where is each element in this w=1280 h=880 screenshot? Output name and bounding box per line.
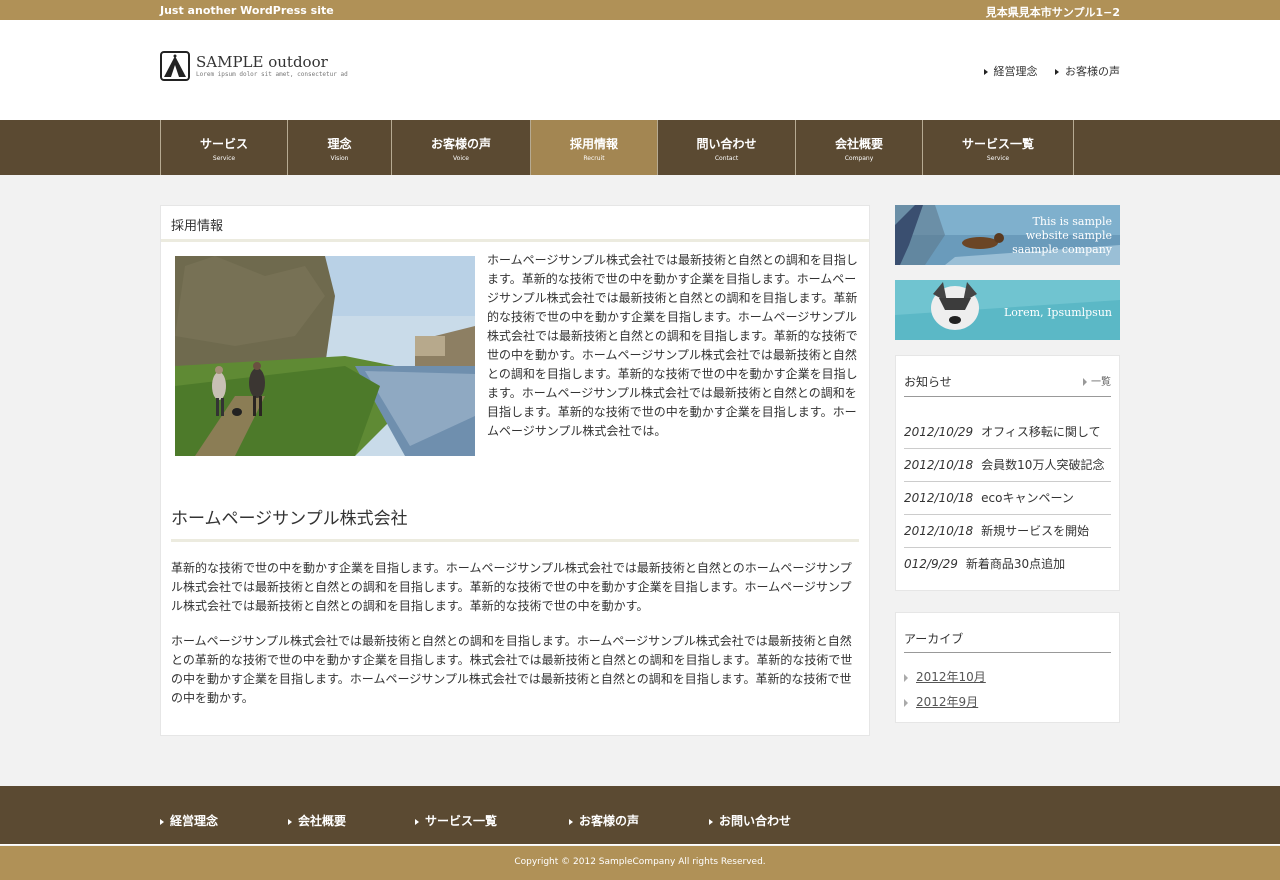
arrow-right-icon xyxy=(1055,69,1059,75)
nav-item-recruit[interactable]: 採用情報 Recruit xyxy=(531,120,658,175)
arrow-right-icon xyxy=(160,818,164,825)
banner2-text: Lorem, Ipsumlpsun xyxy=(1003,306,1112,319)
news-more-link[interactable]: 一覧 xyxy=(1083,373,1111,388)
banner1-text: This is sample website sample saample co… xyxy=(1012,215,1112,256)
header-links: 経営理念 お客様の声 xyxy=(970,63,1120,79)
news-item[interactable]: 2012/10/18 会員数10万人突破記念 xyxy=(904,449,1111,482)
logo-text: SAMPLE outdoor xyxy=(196,53,328,71)
footer-nav: 経営理念 会社概要 サービス一覧 お客様の声 お問い合わせ xyxy=(0,786,1280,845)
site-logo[interactable]: SAMPLE outdoor Lorem ipsum dolor sit ame… xyxy=(160,51,380,81)
footer-link-service-list[interactable]: サービス一覧 xyxy=(415,812,497,829)
arrow-right-icon xyxy=(709,818,713,825)
arrow-right-icon xyxy=(288,818,292,825)
footer-link-contact[interactable]: お問い合わせ xyxy=(709,812,791,829)
archive-title: アーカイブ xyxy=(904,632,964,646)
news-title: お知らせ xyxy=(904,375,952,389)
arrow-right-icon xyxy=(904,698,908,707)
site-header: SAMPLE outdoor Lorem ipsum dolor sit ame… xyxy=(0,20,1280,120)
walk-photo xyxy=(175,256,475,456)
main-content: 採用情報 ホームページサンプル株式会社では最新技術と自然との調和を目指します。革… xyxy=(160,205,870,736)
nav-item-service-list[interactable]: サービス一覧 Service xyxy=(923,120,1074,175)
footer-link-philosophy[interactable]: 経営理念 xyxy=(160,812,218,829)
arrow-right-icon xyxy=(1083,378,1087,386)
archive-link[interactable]: 2012年10月 xyxy=(904,668,986,685)
footer-link-voice[interactable]: お客様の声 xyxy=(569,812,639,829)
body-paragraph: ホームページサンプル株式会社では最新技術と自然との調和を目指します。ホームページ… xyxy=(171,634,853,705)
archive-link[interactable]: 2012年9月 xyxy=(904,693,978,710)
arrow-right-icon xyxy=(569,818,573,825)
arrow-right-icon xyxy=(904,673,908,682)
site-address: 見本県見本市サンプル1−2 xyxy=(985,6,1120,19)
site-tagline: Just another WordPress site xyxy=(160,4,334,17)
header-link-philosophy[interactable]: 経営理念 xyxy=(983,65,1038,78)
nav-item-voice[interactable]: お客様の声 Voice xyxy=(392,120,531,175)
nav-item-service[interactable]: サービス Service xyxy=(161,120,288,175)
section-heading: ホームページサンプル株式会社 xyxy=(171,504,859,542)
banner-dog-swimming[interactable]: Lorem, Ipsumlpsun xyxy=(895,280,1120,340)
news-widget: お知らせ 一覧 2012/10/29 オフィス移転に関して 2012/10/18 会… xyxy=(895,355,1120,591)
copyright: Copyright © 2012 SampleCompany All right… xyxy=(0,846,1280,880)
header-link-voice[interactable]: お客様の声 xyxy=(1055,65,1120,78)
page-title: 採用情報 xyxy=(161,206,869,242)
nav-item-contact[interactable]: 問い合わせ Contact xyxy=(658,120,796,175)
news-item[interactable]: 012/9/29 新着商品30点追加 xyxy=(904,548,1111,581)
nav-item-company[interactable]: 会社概要 Company xyxy=(796,120,923,175)
arrow-right-icon xyxy=(415,818,419,825)
archive-widget: アーカイブ 2012年10月 2012年9月 xyxy=(895,612,1120,723)
tent-icon xyxy=(160,51,190,81)
arrow-right-icon xyxy=(983,69,988,75)
news-item[interactable]: 2012/10/29 オフィス移転に関して xyxy=(904,416,1111,449)
nav-item-vision[interactable]: 理念 Vision xyxy=(288,120,392,175)
news-item[interactable]: 2012/10/18 ecoキャンペーン xyxy=(904,482,1111,515)
news-item[interactable]: 2012/10/18 新規サービスを開始 xyxy=(904,515,1111,548)
top-bar: Just another WordPress site 見本県見本市サンプル1−… xyxy=(0,0,1280,20)
logo-subtext: Lorem ipsum dolor sit amet, consectetur … xyxy=(196,71,348,78)
footer-link-company[interactable]: 会社概要 xyxy=(288,812,346,829)
banner-dog-running[interactable]: This is sample website sample saample co… xyxy=(895,205,1120,265)
global-nav: サービス Service 理念 Vision お客様の声 Voice 採用情報 … xyxy=(0,120,1280,175)
body-paragraph: 革新的な技術で世の中を動かす企業を目指します。ホームページサンプル株式会社では最… xyxy=(171,561,852,613)
intro-text: ホームページサンプル株式会社では最新技術と自然との調和を目指します。革新的な技術… xyxy=(487,253,858,438)
